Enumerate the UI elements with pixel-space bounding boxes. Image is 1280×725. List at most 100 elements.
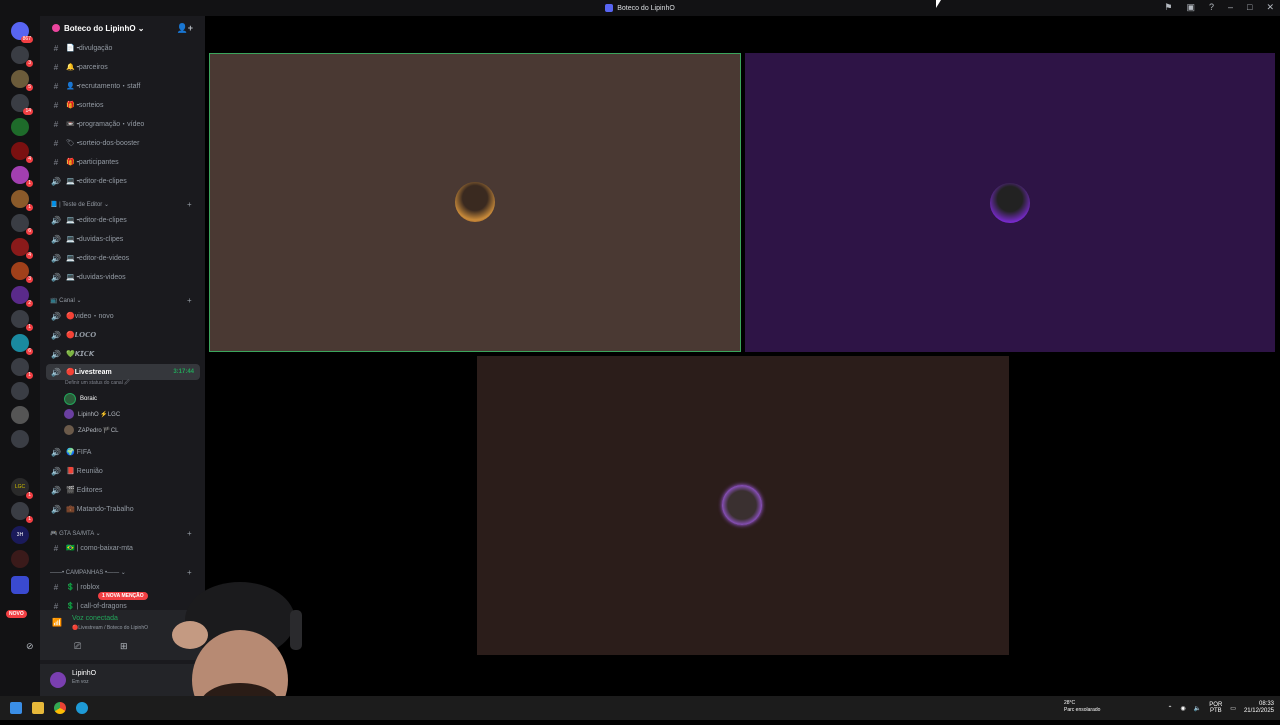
screen-share-icon[interactable]: ⎚: [74, 641, 81, 652]
clock[interactable]: 08:33 21/12/2025: [1244, 701, 1274, 715]
chrome-icon[interactable]: [54, 702, 66, 714]
channel-item[interactable]: # 🏷╺sorteio-dos-booster: [50, 135, 140, 151]
guild-icon: [52, 24, 60, 32]
server-icon[interactable]: 1: [11, 502, 33, 523]
server-icon-lgc[interactable]: LGC 1: [11, 478, 33, 499]
channel-item[interactable]: 🔊 💻╺editor-de-clipes: [50, 212, 127, 228]
language-indicator[interactable]: POR PTB: [1209, 702, 1222, 714]
server-icon[interactable]: 2: [11, 286, 33, 307]
channel-item[interactable]: # 🎁╺sorteios: [50, 97, 104, 113]
chevron-up-icon[interactable]: ⌃: [1168, 705, 1173, 712]
channel-item[interactable]: 🔊 💻╺duvidas-videos: [50, 269, 126, 285]
channel-item[interactable]: # 👤╺recrutamento・staff: [50, 78, 141, 94]
hash-icon: #: [53, 582, 59, 592]
guild-header[interactable]: Boteco do LipinhO ⌄ 👤+: [40, 16, 205, 40]
server-icon[interactable]: 1: [11, 358, 33, 379]
server-icon[interactable]: 1: [11, 310, 33, 331]
channel-item[interactable]: # 💲 | roblox: [50, 579, 100, 595]
channel-item-livestream[interactable]: 🔊 🔴Livestream 3:17:44: [46, 364, 200, 380]
folder-icon[interactable]: [11, 576, 29, 594]
video-tile-speaking[interactable]: [209, 53, 741, 352]
signal-icon[interactable]: 📶: [52, 618, 62, 627]
channel-item[interactable]: # 📼╺programação・vídeo: [50, 116, 145, 132]
server-icon[interactable]: 4: [11, 142, 33, 163]
server-icon[interactable]: 14: [11, 94, 33, 115]
inbox-icon[interactable]: ⚑: [1164, 2, 1172, 13]
video-tile[interactable]: [477, 356, 1009, 655]
weather-widget[interactable]: 28°C Parc ensolarado: [1064, 700, 1100, 714]
volume-icon[interactable]: 🔈: [1194, 705, 1201, 712]
close-icon[interactable]: ✕: [1266, 2, 1274, 13]
category-gta[interactable]: 🎮 GTA SA/MTA ⌄ +: [50, 529, 192, 538]
channel-item[interactable]: 🔊 💻╺duvidas-clipes: [50, 231, 123, 247]
weather-desc: Parc ensolarado: [1064, 707, 1101, 713]
category-campanhas[interactable]: ——• CAMPANHAS •—— ⌄ +: [50, 568, 192, 577]
channel-item[interactable]: 🔊 🔴video・novo: [50, 308, 114, 324]
add-member-icon[interactable]: 👤+: [177, 23, 193, 34]
channel-item[interactable]: 🔊 💚𝙆𝙄𝘾𝙆: [50, 346, 94, 362]
server-icon-3h[interactable]: 3H: [11, 526, 29, 544]
server-badge: 1: [26, 372, 33, 379]
hash-icon: #: [53, 81, 59, 91]
server-icon[interactable]: [11, 406, 29, 424]
channel-item[interactable]: # 🇧🇷 | como-baixar-mta: [50, 540, 133, 556]
channel-item[interactable]: # 🔔╺parceiros: [50, 59, 108, 75]
channel-status-hint[interactable]: Definir um status do canal 🖉: [65, 380, 130, 388]
plus-icon[interactable]: +: [187, 568, 192, 577]
plus-icon[interactable]: +: [187, 529, 192, 538]
category-teste[interactable]: 📘 | Teste de Editor ⌄ +: [50, 200, 192, 209]
channel-item[interactable]: # 📄╺divulgação: [50, 40, 113, 56]
server-icon[interactable]: 6: [11, 214, 33, 235]
category-label: 🎮 GTA SA/MTA ⌄: [50, 531, 101, 537]
plus-icon[interactable]: +: [187, 200, 192, 209]
server-icon[interactable]: [11, 430, 29, 448]
channel-item[interactable]: 🔊 🔴𝙇𝙊𝘾𝙊: [50, 327, 96, 343]
notification-icon[interactable]: ▭: [1230, 705, 1236, 712]
voice-user[interactable]: ZAPedro 🏴CL: [64, 425, 119, 435]
channel-item[interactable]: 🔊 🎬 Editores: [50, 482, 102, 498]
server-icon[interactable]: 6: [11, 334, 33, 355]
edge-icon[interactable]: [76, 702, 88, 714]
window-controls: ⚑ ▣ ? – □ ✕: [1164, 2, 1274, 13]
avatar: [455, 182, 495, 222]
minimize-icon[interactable]: –: [1228, 2, 1233, 13]
channel-item[interactable]: # 🎁╺participantes: [50, 154, 119, 170]
call-timer: 3:17:44: [173, 369, 194, 375]
voice-user[interactable]: Boraic: [64, 393, 97, 405]
server-icon[interactable]: 4: [11, 238, 33, 259]
server-icon[interactable]: [11, 118, 29, 136]
server-icon[interactable]: 3: [11, 262, 33, 283]
server-icon[interactable]: [11, 550, 29, 568]
activity-icon[interactable]: ⊞: [120, 641, 128, 652]
server-icon[interactable]: 3: [11, 46, 33, 67]
maximize-icon[interactable]: □: [1247, 2, 1252, 13]
server-icon[interactable]: 1: [11, 166, 33, 187]
voice-user[interactable]: LipinhO ⚡LGC: [64, 409, 120, 419]
mouse-cursor-icon: [936, 0, 941, 8]
voice-user-name: ZAPedro 🏴CL: [78, 427, 119, 434]
help-icon[interactable]: ?: [1209, 2, 1214, 13]
file-explorer-icon[interactable]: [32, 702, 44, 714]
channel-item[interactable]: 🔊 🌍 FIFA: [50, 444, 91, 460]
activity-icon[interactable]: ▣: [1186, 2, 1195, 13]
voice-channel-link[interactable]: 🔴Livestream / Boteco do LipinhO: [72, 625, 148, 631]
server-icon[interactable]: [11, 382, 29, 400]
channel-item[interactable]: 🔊 💻╺editor-de-videos: [50, 250, 129, 266]
category-canal[interactable]: 📺 Canal ⌄ +: [50, 296, 192, 305]
windows-start-icon[interactable]: [10, 702, 22, 714]
speaker-icon: 🔊: [51, 466, 61, 476]
channel-item[interactable]: 🔊 💻╺editor-de-clipes: [50, 173, 127, 189]
channel-item[interactable]: 🔊 📕 Reunião: [50, 463, 103, 479]
channel-item[interactable]: 🔊 💼 Matando-Trabalho: [50, 501, 134, 517]
server-badge: 2: [26, 300, 33, 307]
server-icon[interactable]: 5: [11, 70, 33, 91]
network-icon[interactable]: ◉: [1181, 705, 1186, 712]
channel-label: 💻╺editor-de-videos: [66, 255, 130, 262]
camera-off-icon[interactable]: ⊘: [26, 641, 34, 652]
video-tile[interactable]: [745, 53, 1275, 352]
channel-label: 🔔╺parceiros: [66, 64, 108, 71]
home-server-icon[interactable]: 867: [11, 22, 33, 43]
plus-icon[interactable]: +: [187, 296, 192, 305]
server-icon[interactable]: 1: [11, 190, 33, 211]
avatar[interactable]: [50, 672, 66, 688]
